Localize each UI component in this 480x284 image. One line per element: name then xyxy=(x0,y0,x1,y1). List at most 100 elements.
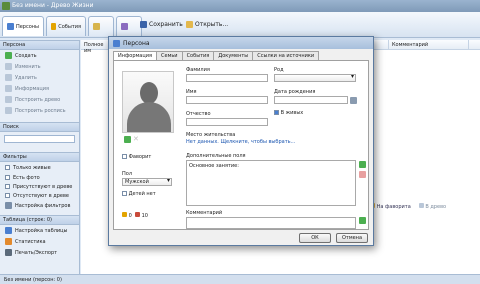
add-comment-icon[interactable] xyxy=(359,217,366,224)
remove-field-icon[interactable] xyxy=(359,171,366,178)
column-comment[interactable]: Комментарий xyxy=(389,40,469,49)
persons-icon xyxy=(7,23,14,30)
information-panel: ✕ Фаворит Пол Мужской Детей нет 0 10 Фам… xyxy=(113,60,369,230)
app-icon xyxy=(2,2,10,10)
dialog-title-bar: Персона xyxy=(109,37,373,49)
name-label: Имя xyxy=(186,89,197,95)
sidebar-item-build-list[interactable]: Построить роспись xyxy=(0,105,79,116)
checkbox[interactable] xyxy=(5,165,10,170)
extra-fields-area[interactable]: Основное занятие: xyxy=(186,160,356,206)
sidebar-item-create[interactable]: Создать xyxy=(0,50,79,61)
patronymic-label: Отчество xyxy=(186,111,211,117)
filter-not-in-tree[interactable]: Отсутствуют в древе xyxy=(0,191,79,200)
edit-icon xyxy=(5,63,12,70)
list-icon xyxy=(5,107,12,114)
folder-icon xyxy=(186,20,193,28)
sidebar-item-info[interactable]: Информация xyxy=(0,83,79,94)
kin-select[interactable] xyxy=(274,74,356,82)
birth-date-field[interactable] xyxy=(274,96,348,104)
save-button[interactable]: Сохранить xyxy=(140,18,183,30)
tab-persons[interactable]: Персоны xyxy=(2,16,44,36)
status-bar: Без имени (персон: 0) xyxy=(0,274,480,284)
tab-information[interactable]: Информация xyxy=(113,51,158,60)
residence-label: Место жительства xyxy=(186,132,236,138)
tab-events[interactable]: События xyxy=(181,51,215,60)
documents-icon xyxy=(93,23,100,30)
name-field[interactable] xyxy=(186,96,268,104)
sources-icon xyxy=(121,23,128,30)
add-photo-icon[interactable] xyxy=(124,136,131,143)
surname-field[interactable] xyxy=(186,74,268,82)
counters: 0 10 xyxy=(122,212,148,219)
tab-documents[interactable] xyxy=(88,16,114,36)
cancel-button[interactable]: Отмена xyxy=(336,233,368,243)
no-children-checkbox[interactable]: Детей нет xyxy=(122,191,156,197)
search-input[interactable] xyxy=(4,135,75,143)
tree-icon xyxy=(418,202,424,208)
filter-in-tree[interactable]: Присутствуют в древе xyxy=(0,182,79,191)
search-panel-header[interactable]: Поиск xyxy=(0,122,79,132)
patronymic-field[interactable] xyxy=(186,118,268,126)
chart-icon xyxy=(5,238,12,245)
filter-has-photo[interactable]: Есть фото xyxy=(0,173,79,182)
remove-photo-icon[interactable]: ✕ xyxy=(133,136,139,143)
comment-area[interactable] xyxy=(186,217,356,229)
to-tree-button[interactable]: В древо xyxy=(418,202,446,210)
ok-button[interactable]: ОК xyxy=(299,233,331,243)
checkbox[interactable] xyxy=(5,184,10,189)
printer-icon xyxy=(5,249,12,256)
sex-select[interactable]: Мужской xyxy=(122,178,172,186)
column-fullname[interactable]: Полное им xyxy=(81,40,109,54)
statistics[interactable]: Статистика xyxy=(0,236,79,247)
checkbox[interactable] xyxy=(5,175,10,180)
favorite-checkbox[interactable]: Фаворит xyxy=(122,154,151,160)
sex-label: Пол xyxy=(122,171,133,177)
filter-settings[interactable]: Настройка фильтров xyxy=(0,200,79,211)
checkbox[interactable] xyxy=(122,154,127,159)
info-icon xyxy=(5,85,12,92)
persons-panel-header[interactable]: Персона xyxy=(0,40,79,50)
residence-link[interactable]: Нет данных. Щелкните, чтобы выбрать... xyxy=(186,139,295,145)
filters-panel-header[interactable]: Фильтры xyxy=(0,152,79,162)
to-favorite-button[interactable]: На фаворита xyxy=(370,202,411,210)
person-dialog: Персона Информация Семьи События Докумен… xyxy=(108,36,374,246)
ribbon-toolbar: Персоны События Сохранить Открыть... xyxy=(0,12,480,38)
comment-label: Комментарий xyxy=(186,210,223,216)
people-icon xyxy=(134,212,140,217)
person-icon xyxy=(113,39,120,47)
tree-icon xyxy=(5,96,12,103)
sidebar-item-build-tree[interactable]: Построить древо xyxy=(0,94,79,105)
calendar-icon[interactable] xyxy=(350,97,357,104)
tab-sources[interactable] xyxy=(116,16,142,36)
print-export[interactable]: Печать/Экспорт xyxy=(0,247,79,258)
alive-checkbox[interactable]: В живых xyxy=(274,110,303,116)
surname-label: Фамилия xyxy=(186,67,210,73)
kin-label: Род xyxy=(274,67,284,73)
sidebar: Персона Создать Изменить Удалить Информа… xyxy=(0,40,80,274)
silhouette-body xyxy=(127,102,171,132)
sidebar-item-delete[interactable]: Удалить xyxy=(0,72,79,83)
tab-documents[interactable]: Документы xyxy=(213,51,254,60)
person-photo[interactable] xyxy=(122,71,174,133)
add-field-icon[interactable] xyxy=(359,161,366,168)
list-actions: На фаворита В древо xyxy=(370,200,480,212)
table-settings[interactable]: Настройка таблицы xyxy=(0,225,79,236)
checkbox[interactable] xyxy=(5,193,10,198)
extra-fields-label: Дополнительные поля xyxy=(186,153,246,159)
filter-alive[interactable]: Только живые xyxy=(0,162,79,173)
table-panel-header[interactable]: Таблица (строк: 0) xyxy=(0,215,79,225)
save-icon xyxy=(140,20,147,28)
tab-events[interactable]: События xyxy=(46,16,86,36)
tab-families[interactable]: Семьи xyxy=(156,51,183,60)
checkbox[interactable] xyxy=(274,110,279,115)
dialog-tabs: Информация Семьи События Документы Ссылк… xyxy=(113,51,320,60)
open-button[interactable]: Открыть... xyxy=(186,18,228,30)
tab-sources[interactable]: Ссылки на источники xyxy=(252,51,320,60)
delete-icon xyxy=(5,74,12,81)
sidebar-item-edit[interactable]: Изменить xyxy=(0,61,79,72)
silhouette-head xyxy=(140,82,158,104)
checkbox[interactable] xyxy=(122,191,127,196)
window-title: Без имени - Древо Жизни xyxy=(12,2,94,9)
table-icon xyxy=(5,227,12,234)
create-icon xyxy=(5,52,12,59)
